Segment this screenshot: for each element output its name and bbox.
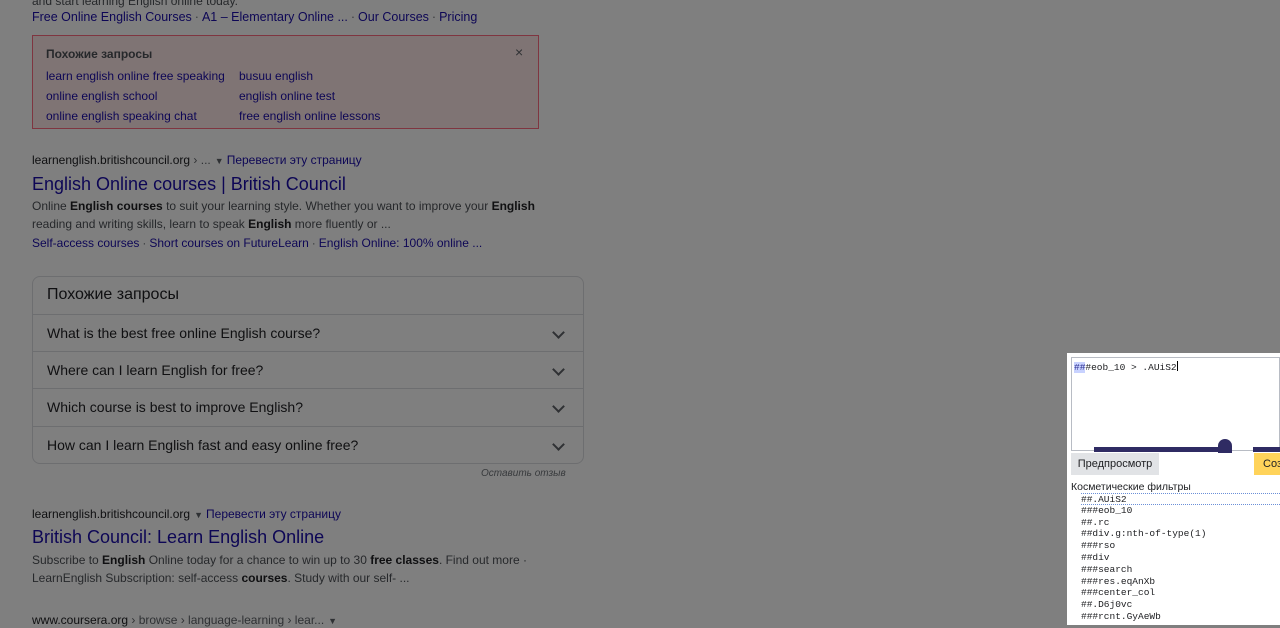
cosmetic-filter-item[interactable]: ##.rc bbox=[1081, 517, 1280, 529]
cosmetic-filter-item[interactable]: ###search bbox=[1081, 564, 1280, 576]
preview-button[interactable]: Предпросмотр bbox=[1071, 453, 1159, 475]
cosmetic-filter-item[interactable]: ###rcnt.GyAeWb bbox=[1081, 611, 1280, 623]
cosmetic-filter-item[interactable]: ##.D6j0vc bbox=[1081, 599, 1280, 611]
specificity-slider-track[interactable] bbox=[1253, 447, 1280, 452]
cosmetic-filter-item[interactable]: ###res.eqAnXb bbox=[1081, 576, 1280, 588]
cosmetic-filters-label: Косметические фильтры bbox=[1071, 481, 1191, 493]
cosmetic-filter-item[interactable]: ###center_col bbox=[1081, 587, 1280, 599]
create-button[interactable]: Создать bbox=[1254, 453, 1280, 475]
cosmetic-filter-list: ##.AUiS2 ###eob_10 ##.rc ##div.g:nth-of-typ… bbox=[1081, 493, 1280, 623]
filter-rule-input[interactable]: ###eob_10 > .AUiS2 bbox=[1071, 357, 1280, 453]
filter-rule-text: ###eob_10 > .AUiS2 bbox=[1074, 361, 1178, 373]
specificity-slider-handle[interactable] bbox=[1218, 439, 1232, 453]
cosmetic-filter-item[interactable]: ##div.g:nth-of-type(1) bbox=[1081, 528, 1280, 540]
cosmetic-filter-item[interactable]: ###rso bbox=[1081, 540, 1280, 552]
cosmetic-filter-item[interactable]: ##div bbox=[1081, 552, 1280, 564]
cosmetic-filter-item[interactable]: ##.AUiS2 bbox=[1081, 493, 1280, 505]
specificity-slider-track[interactable] bbox=[1094, 447, 1222, 452]
element-picker-panel: ###eob_10 > .AUiS2 Предпросмотр Создать … bbox=[1067, 353, 1280, 625]
search-results-page: and start learning English online today.… bbox=[0, 0, 1280, 628]
cosmetic-filter-item[interactable]: ###eob_10 bbox=[1081, 505, 1280, 517]
